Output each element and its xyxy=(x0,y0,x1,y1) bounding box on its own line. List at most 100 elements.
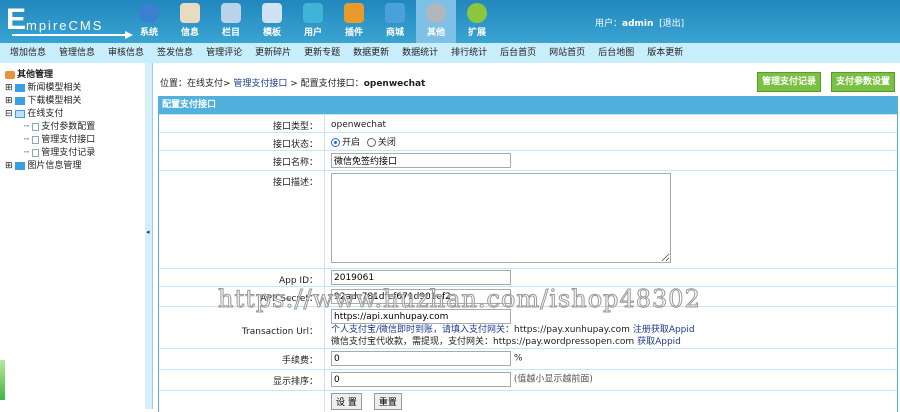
topnav-label: 扩展 xyxy=(467,28,486,38)
subnav-item[interactable]: 后台地图 xyxy=(598,43,634,63)
subnav-item[interactable]: 管理信息 xyxy=(59,43,95,63)
tree-item-label: 图片信息管理 xyxy=(27,161,82,171)
tree-item-label: 在线支付 xyxy=(27,109,64,119)
tree-item-manage-records[interactable]: ┈ 管理支付记录 xyxy=(24,147,95,160)
subnav-item[interactable]: 签发信息 xyxy=(157,43,193,63)
username: admin xyxy=(622,19,654,29)
submit-button[interactable]: 设 置 xyxy=(331,393,362,410)
status-on-radio[interactable] xyxy=(331,138,340,147)
desc-textarea[interactable] xyxy=(331,173,671,263)
tree-item-news-model[interactable]: ⊞ 新闻模型相关 xyxy=(5,82,81,95)
fee-label: 手续费： xyxy=(281,356,318,366)
tree-root[interactable]: 其他管理 xyxy=(5,69,53,82)
breadcrumb: 位置：在线支付> 管理支付接口 > 配置支付接口：openwechat xyxy=(160,76,425,89)
tree-item-download-model[interactable]: ⊞ 下载模型相关 xyxy=(5,95,81,108)
tree-item-label: 新闻模型相关 xyxy=(27,83,82,93)
sub-navigation: 增加信息 管理信息 审核信息 签发信息 管理评论 更新碎片 更新专题 数据更新 数据统计 排行统计… xyxy=(0,43,900,63)
fee-input[interactable] xyxy=(331,351,511,366)
topnav-window[interactable]: 模板 xyxy=(252,0,292,43)
status-label: 接口状态： xyxy=(272,140,318,150)
breadcrumb-current: openwechat xyxy=(363,79,426,89)
topnav-edit[interactable]: 信息 xyxy=(170,0,210,43)
empirecms-logo[interactable]: E mpireCMS xyxy=(6,5,133,39)
subnav-item[interactable]: 数据更新 xyxy=(353,43,389,63)
topnav-gear[interactable]: 其他 xyxy=(416,0,456,43)
subnav-item[interactable]: 更新碎片 xyxy=(255,43,291,63)
sidebar-tree: 其他管理 ⊞ 新闻模型相关 ⊞ 下载模型相关 ⊟ 在线支付 ┈ 支付参数配置 ┈… xyxy=(0,63,145,409)
page-icon xyxy=(32,122,40,131)
topnav-card[interactable]: 商城 xyxy=(375,0,415,43)
breadcrumb-prefix: 位置：在线支付> xyxy=(160,79,234,89)
folder-icon xyxy=(15,83,26,92)
topnav-label: 商城 xyxy=(385,28,404,38)
folder-icon xyxy=(221,3,241,23)
reset-button[interactable]: 重置 xyxy=(373,393,402,410)
subnav-item[interactable]: 审核信息 xyxy=(108,43,144,63)
url-note-2-gateway: https://pay.wordpressopen.com xyxy=(493,337,635,347)
collapse-arrow-icon[interactable]: ◂ xyxy=(146,228,150,236)
logo-arrow-icon xyxy=(12,31,133,39)
appid-input[interactable] xyxy=(331,270,511,285)
sidebar-scroll-indicator[interactable] xyxy=(0,360,5,400)
subnav-item[interactable]: 更新专题 xyxy=(304,43,340,63)
subnav-item[interactable]: 后台首页 xyxy=(500,43,536,63)
topnav-label: 插件 xyxy=(344,28,363,38)
tree-item-label: 下载模型相关 xyxy=(27,96,82,106)
topnav-plus[interactable]: 扩展 xyxy=(457,0,497,43)
subnav-item[interactable]: 排行统计 xyxy=(451,43,487,63)
status-off-label: 关闭 xyxy=(377,138,396,148)
tree-item-image-info[interactable]: ⊞ 图片信息管理 xyxy=(5,160,81,173)
topnav-label: 其他 xyxy=(426,28,445,38)
topnav-user[interactable]: 用户 xyxy=(293,0,333,43)
user-info: 用户：admin [退出] xyxy=(595,16,684,29)
sort-note: (值越小显示越前面) xyxy=(513,374,593,385)
status-off-radio[interactable] xyxy=(366,138,376,147)
topnav-label: 模板 xyxy=(262,28,281,38)
get-appid-link[interactable]: 获取Appid xyxy=(637,337,681,347)
manage-records-button[interactable]: 管理支付记录 xyxy=(757,72,822,92)
topnav-tools[interactable]: 插件 xyxy=(334,0,374,43)
edit-icon xyxy=(180,3,200,23)
topnav-folder[interactable]: 栏目 xyxy=(211,0,251,43)
tree-item-online-pay[interactable]: ⊟ 在线支付 xyxy=(5,108,63,121)
window-icon xyxy=(262,3,282,23)
tree-item-label: 管理支付记录 xyxy=(41,148,96,158)
header: E mpireCMS 系统 信息 栏目 模板 用户 插件 商城 其他 扩展 用户：admin [… xyxy=(0,0,900,43)
card-icon xyxy=(385,3,405,23)
sort-input[interactable] xyxy=(331,372,511,387)
topnav-globe[interactable]: 系统 xyxy=(129,0,169,43)
register-appid-link[interactable]: 注册获取Appid xyxy=(633,325,695,335)
logout-link[interactable]: [退出] xyxy=(659,19,684,29)
subnav-item[interactable]: 版本更新 xyxy=(647,43,683,63)
url-note-1: 个人支付宝/微信即时到账，请填入支付网关： xyxy=(331,325,515,335)
topnav-label: 信息 xyxy=(180,28,199,38)
name-input[interactable] xyxy=(331,153,511,168)
tree-root-label: 其他管理 xyxy=(17,70,54,80)
pay-settings-button[interactable]: 支付参数设置 xyxy=(831,72,896,92)
sidebar-splitter[interactable]: ◂ xyxy=(145,63,153,409)
type-label: 接口类型： xyxy=(272,122,318,132)
globe-icon xyxy=(139,3,159,23)
form-title: 配置支付接口 xyxy=(159,97,897,114)
tree-item-pay-config[interactable]: ┈ 支付参数配置 xyxy=(24,121,95,134)
page-icon xyxy=(32,148,40,157)
breadcrumb-link[interactable]: 管理支付接口 xyxy=(233,79,287,89)
plus-icon xyxy=(467,3,487,23)
appid-label: App ID： xyxy=(278,276,318,286)
main-content: 位置：在线支付> 管理支付接口 > 配置支付接口：openwechat 管理支付… xyxy=(155,63,900,412)
topnav-label: 栏目 xyxy=(221,28,240,38)
logo-text: mpireCMS xyxy=(26,18,104,33)
subnav-item[interactable]: 管理评论 xyxy=(206,43,242,63)
url-input[interactable] xyxy=(331,309,511,324)
secret-input[interactable] xyxy=(331,289,511,304)
url-label: Transaction Url： xyxy=(241,327,318,337)
subnav-item[interactable]: 增加信息 xyxy=(10,43,46,63)
subnav-item[interactable]: 网站首页 xyxy=(549,43,585,63)
user-label: 用户： xyxy=(595,19,623,29)
tools-icon xyxy=(344,3,364,23)
desc-label: 接口描述： xyxy=(272,178,318,188)
folder-icon xyxy=(15,96,26,105)
subnav-item[interactable]: 数据统计 xyxy=(402,43,438,63)
tree-item-manage-interface[interactable]: ┈ 管理支付接口 xyxy=(24,134,95,147)
sort-label: 显示排序： xyxy=(272,377,318,387)
